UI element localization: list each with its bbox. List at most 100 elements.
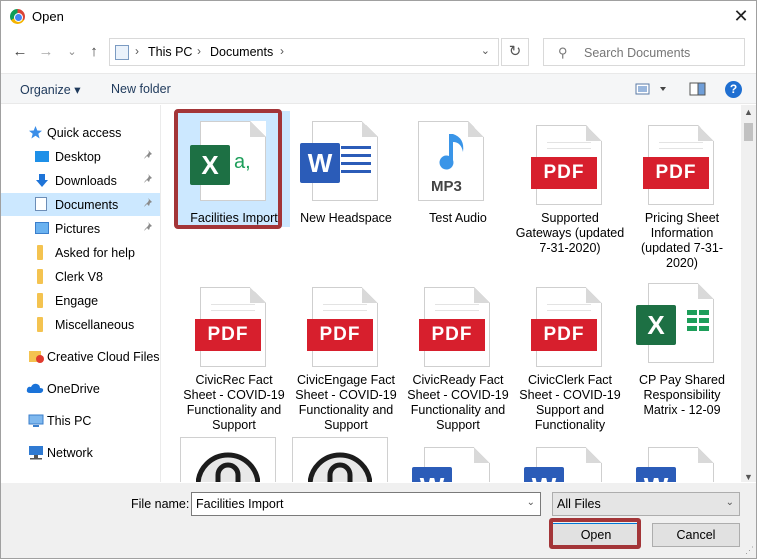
- file-name-value: Facilities Import: [196, 497, 284, 511]
- word-icon: W: [300, 143, 340, 183]
- chevron-down-icon[interactable]: ⌄: [481, 44, 490, 57]
- mp3-badge: MP3: [431, 178, 462, 195]
- onedrive-icon: [26, 381, 44, 395]
- pictures-icon: [35, 222, 49, 234]
- pdf-thumbnail: PDF: [402, 273, 514, 369]
- file-name: CivicEngage Fact Sheet - COVID-19 Functi…: [295, 373, 397, 432]
- pin-icon[interactable]: [144, 150, 154, 163]
- file-name: Supported Gateways (updated 7-31-2020): [515, 211, 625, 255]
- desktop-icon: [35, 151, 49, 162]
- file-name: CivicRec Fact Sheet - COVID-19 Functiona…: [183, 373, 285, 432]
- sidebar-item-network[interactable]: Network: [1, 441, 160, 464]
- sidebar-item-this-pc[interactable]: This PC: [1, 409, 160, 432]
- chevron-right-icon[interactable]: ›: [197, 44, 201, 58]
- sidebar-item-label: Asked for help: [55, 246, 135, 260]
- pdf-thumbnail: PDF: [626, 111, 738, 207]
- file-type-select[interactable]: All Files ⌄: [552, 492, 740, 516]
- address-bar[interactable]: › This PC › Documents › ⌄: [109, 38, 499, 66]
- chevron-right-icon[interactable]: ›: [280, 44, 284, 58]
- sidebar-item-label: OneDrive: [47, 382, 100, 396]
- open-button-highlight: [549, 518, 641, 549]
- sidebar-item-onedrive[interactable]: OneDrive: [1, 377, 160, 400]
- open-dialog: Open ✕ ← → ⌄ ↑ › This PC › Documents › ⌄…: [0, 0, 757, 559]
- pdf-thumbnail: PDF: [514, 273, 626, 369]
- excel-icon: X: [636, 305, 676, 345]
- close-button[interactable]: ✕: [726, 1, 756, 31]
- preview-pane-icon[interactable]: [689, 80, 707, 101]
- scrollbar[interactable]: ▲ ▼: [741, 105, 756, 482]
- sidebar-item-creative-cloud-files[interactable]: Creative Cloud Files: [1, 345, 160, 368]
- excel-thumbnail: X: [626, 273, 738, 369]
- sidebar-item-clerk-v8[interactable]: Clerk V8: [1, 265, 160, 288]
- forward-button[interactable]: →: [37, 42, 55, 62]
- file-name: New Headspace: [300, 211, 392, 225]
- back-button[interactable]: ←: [11, 42, 29, 62]
- view-options-icon[interactable]: [635, 80, 669, 101]
- toolbar: Organize ▾ New folder ?: [1, 73, 756, 104]
- title-bar: Open ✕: [1, 1, 756, 31]
- chevron-down-icon[interactable]: ⌄: [726, 497, 734, 508]
- locked-file-thumbnail: [290, 435, 402, 482]
- sidebar-item-documents[interactable]: Documents: [1, 193, 160, 216]
- navigation-pane: Quick access Desktop Downloads Documents: [1, 105, 161, 482]
- pdf-icon: PDF: [307, 319, 373, 351]
- mp3-thumbnail: MP3: [402, 111, 514, 207]
- word-icon: W: [524, 467, 564, 482]
- sidebar-item-engage[interactable]: Engage: [1, 289, 160, 312]
- pdf-thumbnail: PDF: [290, 273, 402, 369]
- pdf-icon: PDF: [531, 319, 597, 351]
- file-name: CivicClerk Fact Sheet - COVID-19 Support…: [519, 373, 621, 432]
- pin-icon[interactable]: [144, 198, 154, 211]
- cancel-button[interactable]: Cancel: [652, 523, 740, 547]
- pdf-icon: PDF: [419, 319, 485, 351]
- new-folder-button[interactable]: New folder: [111, 82, 171, 96]
- breadcrumb-this-pc[interactable]: This PC: [148, 45, 192, 59]
- sidebar-item-desktop[interactable]: Desktop: [1, 145, 160, 168]
- selected-file-highlight: [174, 109, 282, 229]
- sidebar-item-quick-access[interactable]: Quick access: [1, 121, 160, 144]
- pin-icon[interactable]: [144, 222, 154, 235]
- word-thumbnail: W: [402, 435, 514, 482]
- bottom-panel: File name: Facilities Import ⌄ All Files…: [1, 483, 756, 558]
- search-input[interactable]: ⚲ Search Documents: [543, 38, 745, 66]
- word-thumbnail: W: [514, 435, 626, 482]
- locked-file-thumbnail: [178, 435, 290, 482]
- folder-icon: [37, 317, 43, 332]
- search-placeholder: Search Documents: [584, 46, 691, 60]
- resize-grip-icon[interactable]: ⋰: [745, 545, 754, 556]
- sidebar-item-label: Clerk V8: [55, 270, 103, 284]
- file-name: CP Pay Shared Responsibility Matrix - 12…: [639, 373, 725, 417]
- search-icon: ⚲: [558, 45, 568, 60]
- file-name-field[interactable]: Facilities Import ⌄: [191, 492, 541, 516]
- sidebar-item-label: Downloads: [55, 174, 117, 188]
- folder-icon: [37, 269, 43, 284]
- sidebar-item-asked-for-help[interactable]: Asked for help: [1, 241, 160, 264]
- scroll-up-icon[interactable]: ▲: [741, 107, 756, 117]
- sidebar-item-downloads[interactable]: Downloads: [1, 169, 160, 192]
- refresh-button[interactable]: ↻: [501, 38, 529, 66]
- document-icon: MP3: [418, 121, 484, 201]
- help-icon[interactable]: ?: [725, 81, 742, 98]
- sidebar-item-label: This PC: [47, 414, 92, 428]
- sidebar-item-miscellaneous[interactable]: Miscellaneous: [1, 313, 160, 336]
- breadcrumb-documents[interactable]: Documents: [210, 45, 273, 59]
- word-icon: W: [636, 467, 676, 482]
- file-name: CivicReady Fact Sheet - COVID-19 Functio…: [407, 373, 509, 432]
- scroll-down-icon[interactable]: ▼: [741, 472, 756, 482]
- chevron-down-icon[interactable]: ⌄: [527, 497, 535, 508]
- organize-button[interactable]: Organize ▾: [20, 82, 80, 97]
- scrollbar-thumb[interactable]: [744, 123, 753, 141]
- download-icon: [35, 173, 50, 187]
- pin-icon[interactable]: [144, 174, 154, 187]
- pdf-icon: PDF: [531, 157, 597, 189]
- up-button[interactable]: ↑: [85, 42, 103, 62]
- sidebar-item-pictures[interactable]: Pictures: [1, 217, 160, 240]
- lock-icon: [196, 452, 260, 482]
- file-type-value: All Files: [557, 497, 601, 511]
- sidebar-item-label: Desktop: [55, 150, 101, 164]
- chevron-right-icon[interactable]: ›: [135, 44, 139, 58]
- pdf-icon: PDF: [195, 319, 261, 351]
- folder-icon: [37, 245, 43, 260]
- sidebar-item-label: Documents: [55, 198, 119, 212]
- recent-locations-button[interactable]: ⌄: [63, 42, 81, 62]
